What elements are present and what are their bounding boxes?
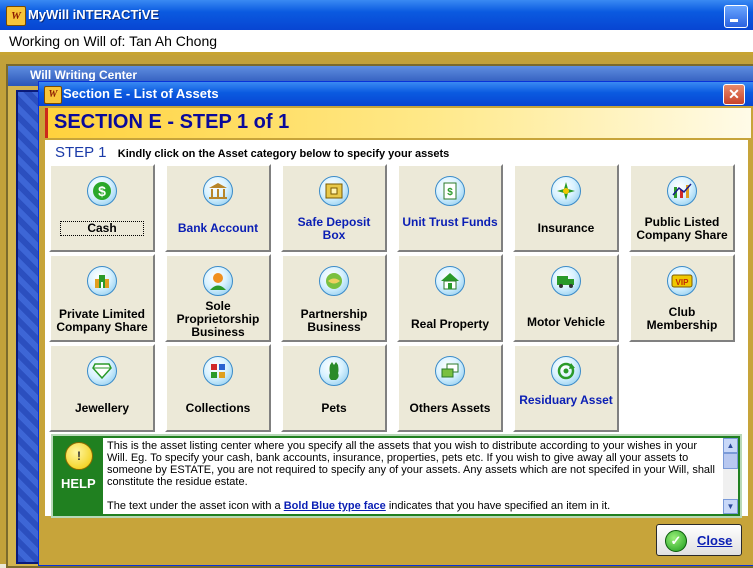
diamond-icon [87, 356, 117, 386]
assets-content: STEP 1 Kindly click on the Asset categor… [45, 140, 748, 518]
help-paragraph-1: This is the asset listing center where y… [107, 440, 715, 488]
person-icon [203, 266, 233, 296]
asset-tile-others-assets[interactable]: Others Assets [397, 344, 503, 432]
help-paragraph-2-prefix: The text under the asset icon with a [107, 500, 284, 512]
dollar-icon: $ [87, 176, 117, 206]
asset-tile-jewellery[interactable]: Jewellery [49, 344, 155, 432]
svg-text:$: $ [447, 187, 453, 198]
insurance-icon [551, 176, 581, 206]
assets-dialog: W Section E - List of Assets ✕ SECTION E… [38, 81, 753, 566]
app-title: MyWill iNTERACTiVE [28, 7, 160, 22]
help-text: This is the asset listing center where y… [103, 438, 723, 514]
help-paragraph-2: The text under the asset icon with a Bol… [107, 500, 719, 512]
asset-tile-insurance[interactable]: Insurance [513, 164, 619, 252]
asset-tile-residuary-asset[interactable]: Residuary Asset [513, 344, 619, 432]
collection-icon [203, 356, 233, 386]
step-label: STEP 1 [55, 144, 107, 161]
unit-trust-icon: $ [435, 176, 465, 206]
help-bold-blue-text: Bold Blue type face [283, 500, 386, 512]
asset-tile-pets[interactable]: Pets [281, 344, 387, 432]
asset-label-motor-vehicle: Motor Vehicle [526, 315, 606, 329]
step-instruction: Kindly click on the Asset category below… [117, 148, 450, 160]
asset-label-private-limited-company-share: Private Limited Company Share [56, 307, 148, 334]
will-writing-center-title: Will Writing Center [30, 68, 138, 82]
stack-icon [435, 356, 465, 386]
checkmark-icon: ✓ [665, 530, 687, 552]
recycle-icon [551, 356, 581, 386]
asset-label-public-listed-company-share: Public Listed Company Share [636, 215, 728, 242]
asset-tile-private-limited-company-share[interactable]: Private Limited Company Share [49, 254, 155, 342]
help-scrollbar[interactable]: ▲ ▼ [723, 438, 738, 514]
asset-label-jewellery: Jewellery [74, 401, 130, 415]
close-button-label: Close [697, 533, 733, 548]
svg-text:VIP: VIP [676, 278, 690, 287]
truck-icon [551, 266, 581, 296]
asset-tile-public-listed-company-share[interactable]: Public Listed Company Share [629, 164, 735, 252]
stock-chart-icon [667, 176, 697, 206]
svg-text:$: $ [98, 183, 106, 199]
asset-label-unit-trust-funds: Unit Trust Funds [402, 215, 498, 229]
asset-tile-safe-deposit-box[interactable]: Safe Deposit Box [281, 164, 387, 252]
cat-icon [319, 356, 349, 386]
help-label: HELP [61, 476, 96, 491]
scroll-up-icon[interactable]: ▲ [723, 438, 738, 453]
dialog-close-x-button[interactable]: ✕ [723, 84, 745, 105]
asset-label-club-membership: Club Membership [646, 305, 718, 332]
close-button[interactable]: ✓ Close [656, 524, 742, 556]
asset-tile-collections[interactable]: Collections [165, 344, 271, 432]
asset-label-pets: Pets [321, 401, 347, 415]
asset-label-bank-account: Bank Account [177, 221, 259, 235]
dialog-title-bar: W Section E - List of Assets ✕ [39, 82, 753, 106]
dialog-logo-icon: W [44, 86, 62, 104]
help-paragraph-2-suffix: indicates that you have specified an ite… [385, 500, 611, 512]
vip-card-icon: VIP [667, 266, 697, 296]
working-on-label: Working on Will of: Tan Ah Chong [9, 33, 218, 49]
building-icon [87, 266, 117, 296]
section-title: SECTION E - STEP 1 of 1 [54, 111, 290, 133]
help-panel: ! HELP This is the asset listing center … [51, 434, 742, 518]
asset-label-residuary-asset: Residuary Asset [519, 393, 613, 407]
app-logo-icon: W [6, 6, 26, 26]
safe-deposit-icon [319, 176, 349, 206]
asset-label-partnership-business: Partnership Business [300, 307, 368, 334]
scroll-down-icon[interactable]: ▼ [723, 499, 738, 514]
asset-tile-partnership-business[interactable]: Partnership Business [281, 254, 387, 342]
app-title-bar: W MyWill iNTERACTiVE [0, 0, 753, 30]
house-icon [435, 266, 465, 296]
asset-tile-bank-account[interactable]: Bank Account [165, 164, 271, 252]
lightbulb-icon: ! [65, 442, 93, 470]
dialog-title: Section E - List of Assets [63, 86, 219, 101]
asset-tile-unit-trust-funds[interactable]: $ Unit Trust Funds [397, 164, 503, 252]
asset-label-cash: Cash [60, 221, 144, 236]
working-on-bar: Working on Will of: Tan Ah Chong [0, 30, 753, 55]
step-line: STEP 1 Kindly click on the Asset categor… [55, 144, 449, 161]
asset-label-safe-deposit-box: Safe Deposit Box [297, 215, 371, 242]
asset-tile-club-membership[interactable]: VIP Club Membership [629, 254, 735, 342]
asset-tile-sole-proprietorship-business[interactable]: Sole Proprietorship Business [165, 254, 271, 342]
minimize-button[interactable] [724, 5, 748, 28]
asset-label-real-property: Real Property [410, 317, 490, 331]
asset-label-sole-proprietorship-business: Sole Proprietorship Business [176, 299, 260, 339]
asset-tile-real-property[interactable]: Real Property [397, 254, 503, 342]
scroll-thumb[interactable] [723, 453, 738, 469]
bank-icon [203, 176, 233, 206]
asset-label-collections: Collections [185, 401, 251, 415]
asset-tile-cash[interactable]: $ Cash [49, 164, 155, 252]
asset-tile-motor-vehicle[interactable]: Motor Vehicle [513, 254, 619, 342]
handshake-icon [319, 266, 349, 296]
section-header: SECTION E - STEP 1 of 1 [45, 108, 751, 138]
asset-label-others-assets: Others Assets [409, 401, 491, 415]
asset-label-insurance: Insurance [537, 221, 595, 235]
